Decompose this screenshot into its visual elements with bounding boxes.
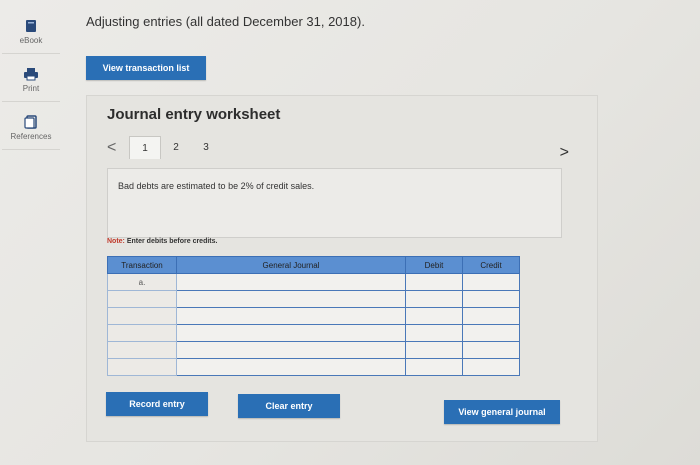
book-icon bbox=[23, 18, 39, 34]
transaction-cell bbox=[107, 358, 177, 376]
tab-2[interactable]: 2 bbox=[161, 137, 191, 159]
column-header-credit: Credit bbox=[462, 256, 520, 274]
credit-input[interactable] bbox=[462, 358, 520, 376]
journal-table: Transaction General Journal Debit Credit… bbox=[107, 256, 520, 376]
transaction-cell bbox=[107, 324, 177, 342]
debit-input[interactable] bbox=[405, 290, 463, 308]
table-row bbox=[107, 358, 520, 376]
debit-input[interactable] bbox=[405, 324, 463, 342]
credit-input[interactable] bbox=[462, 273, 520, 291]
view-transaction-list-button[interactable]: View transaction list bbox=[86, 56, 206, 80]
table-row: a. bbox=[107, 273, 520, 291]
transaction-cell: a. bbox=[107, 273, 177, 291]
column-header-debit: Debit bbox=[405, 256, 463, 274]
table-row bbox=[107, 290, 520, 308]
sidebar-item-print[interactable]: Print bbox=[2, 56, 60, 102]
transaction-description: Bad debts are estimated to be 2% of cred… bbox=[118, 181, 315, 191]
debit-input[interactable] bbox=[405, 358, 463, 376]
transaction-cell bbox=[107, 290, 177, 308]
credit-input[interactable] bbox=[462, 341, 520, 359]
account-input[interactable] bbox=[176, 324, 406, 342]
document-icon bbox=[23, 114, 39, 130]
note-text: Enter debits before credits. bbox=[124, 238, 218, 245]
sidebar-item-references[interactable]: References bbox=[2, 104, 60, 150]
tab-3[interactable]: 3 bbox=[191, 137, 221, 159]
page-title: Adjusting entries (all dated December 31… bbox=[86, 14, 365, 29]
note-prefix: Note: bbox=[107, 238, 125, 245]
transaction-cell bbox=[107, 307, 177, 325]
account-input[interactable] bbox=[176, 307, 406, 325]
table-row bbox=[107, 341, 520, 359]
worksheet-title: Journal entry worksheet bbox=[107, 106, 281, 123]
column-header-transaction: Transaction bbox=[107, 256, 177, 274]
account-input[interactable] bbox=[176, 358, 406, 376]
account-input[interactable] bbox=[176, 341, 406, 359]
account-input[interactable] bbox=[176, 290, 406, 308]
sidebar-item-label: eBook bbox=[19, 36, 43, 45]
sidebar-item-label: Print bbox=[22, 84, 40, 93]
table-row bbox=[107, 324, 520, 342]
debit-input[interactable] bbox=[405, 341, 463, 359]
account-input[interactable] bbox=[176, 273, 406, 291]
debit-input[interactable] bbox=[405, 307, 463, 325]
table-row bbox=[107, 307, 520, 325]
printer-icon bbox=[23, 66, 39, 82]
view-general-journal-button[interactable]: View general journal bbox=[444, 400, 560, 424]
record-entry-button[interactable]: Record entry bbox=[106, 392, 208, 416]
previous-arrow-icon[interactable]: < bbox=[107, 139, 129, 157]
sidebar-item-ebook[interactable]: eBook bbox=[2, 8, 60, 54]
transaction-cell bbox=[107, 341, 177, 359]
transaction-description-box: Bad debts are estimated to be 2% of cred… bbox=[107, 168, 562, 238]
debit-input[interactable] bbox=[405, 273, 463, 291]
clear-entry-button[interactable]: Clear entry bbox=[238, 394, 340, 418]
tab-1[interactable]: 1 bbox=[129, 136, 161, 159]
sidebar-item-label: References bbox=[10, 132, 52, 141]
next-arrow-icon[interactable]: > bbox=[560, 144, 569, 162]
credit-input[interactable] bbox=[462, 307, 520, 325]
journal-entry-worksheet-panel: Journal entry worksheet < 1 2 3 > Bad de… bbox=[86, 95, 598, 442]
credit-input[interactable] bbox=[462, 324, 520, 342]
sidebar: eBook Print References bbox=[0, 0, 62, 160]
credit-input[interactable] bbox=[462, 290, 520, 308]
column-header-general-journal: General Journal bbox=[176, 256, 406, 274]
note: Note: Enter debits before credits. bbox=[107, 238, 217, 245]
worksheet-tabs: < 1 2 3 bbox=[107, 136, 221, 159]
